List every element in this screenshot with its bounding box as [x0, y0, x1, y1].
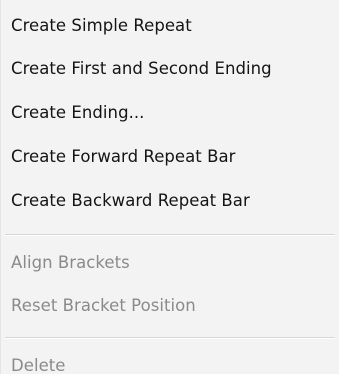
menu-separator	[5, 337, 335, 339]
menu-item-create-backward-repeat-bar[interactable]: Create Backward Repeat Bar	[11, 188, 335, 214]
menu-separator	[5, 234, 335, 236]
menu-item-delete[interactable]: Delete	[11, 353, 335, 379]
menu-item-create-simple-repeat[interactable]: Create Simple Repeat	[11, 13, 335, 39]
menu-item-align-brackets[interactable]: Align Brackets	[11, 250, 335, 276]
context-menu: Create Simple Repeat Create First and Se…	[0, 0, 339, 375]
menu-item-create-first-and-second-ending[interactable]: Create First and Second Ending	[11, 56, 335, 82]
menu-item-create-ending[interactable]: Create Ending...	[11, 100, 335, 126]
menu-item-create-forward-repeat-bar[interactable]: Create Forward Repeat Bar	[11, 144, 335, 170]
menu-item-reset-bracket-position[interactable]: Reset Bracket Position	[11, 293, 335, 319]
